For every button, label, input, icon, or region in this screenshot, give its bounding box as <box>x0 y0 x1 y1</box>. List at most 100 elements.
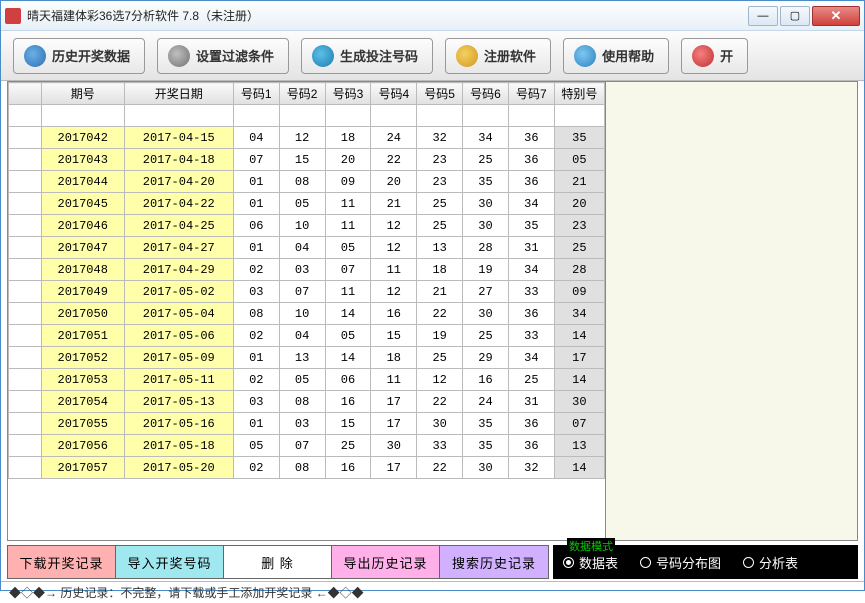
cell-number: 11 <box>325 281 371 303</box>
cell-special: 34 <box>554 303 604 325</box>
download-records-button[interactable]: 下载开奖记录 <box>8 546 116 578</box>
col-n4: 号码4 <box>371 83 417 105</box>
generate-numbers-button[interactable]: 生成投注号码 <box>301 38 433 74</box>
table-body: 20170422017-04-1504121824323436352017043… <box>9 105 605 479</box>
cell-number: 36 <box>508 413 554 435</box>
cell-issue: 2017054 <box>41 391 124 413</box>
cell-date: 2017-05-18 <box>124 435 233 457</box>
cell-special: 13 <box>554 435 604 457</box>
cell-special: 17 <box>554 347 604 369</box>
register-button[interactable]: 注册软件 <box>445 38 551 74</box>
table-header-row: 期号 开奖日期 号码1 号码2 号码3 号码4 号码5 号码6 号码7 特别号 <box>9 83 605 105</box>
search-history-button[interactable]: 搜索历史记录 <box>440 546 548 578</box>
cell-number: 20 <box>371 171 417 193</box>
cell-special: 14 <box>554 325 604 347</box>
cell-number: 07 <box>325 259 371 281</box>
table-row[interactable]: 20170522017-05-090113141825293417 <box>9 347 605 369</box>
table-row[interactable]: 20170552017-05-160103151730353607 <box>9 413 605 435</box>
filter-settings-button[interactable]: 设置过滤条件 <box>157 38 289 74</box>
radio-icon <box>743 557 754 568</box>
close-button[interactable]: ✕ <box>812 6 860 26</box>
table-row[interactable]: 20170482017-04-290203071118193428 <box>9 259 605 281</box>
cell-number: 36 <box>508 149 554 171</box>
cell-issue: 2017042 <box>41 127 124 149</box>
table-row[interactable]: 20170562017-05-180507253033353613 <box>9 435 605 457</box>
cell-number: 36 <box>508 127 554 149</box>
cell-date: 2017-04-29 <box>124 259 233 281</box>
mode-data-table[interactable]: 数据表 <box>563 553 618 572</box>
help-button[interactable]: 使用帮助 <box>563 38 669 74</box>
cell-number: 12 <box>279 127 325 149</box>
open-button[interactable]: 开 <box>681 38 748 74</box>
cell-date: 2017-04-18 <box>124 149 233 171</box>
table-row[interactable]: 20170422017-04-150412182432343635 <box>9 127 605 149</box>
cell-number: 22 <box>417 391 463 413</box>
cell-number: 02 <box>233 369 279 391</box>
export-history-button[interactable]: 导出历史记录 <box>332 546 440 578</box>
cell-date: 2017-05-20 <box>124 457 233 479</box>
table-row[interactable]: 20170432017-04-180715202223253605 <box>9 149 605 171</box>
cell-number: 15 <box>325 413 371 435</box>
mode-analysis[interactable]: 分析表 <box>743 553 798 572</box>
filter-icon <box>168 45 190 67</box>
cell-number: 03 <box>279 413 325 435</box>
delete-button[interactable]: 删 除 <box>224 546 332 578</box>
cell-issue: 2017045 <box>41 193 124 215</box>
table-row[interactable]: 20170462017-04-250610111225303523 <box>9 215 605 237</box>
cell-number: 12 <box>371 281 417 303</box>
cell-issue: 2017047 <box>41 237 124 259</box>
table-row[interactable]: 20170542017-05-130308161722243130 <box>9 391 605 413</box>
toolbar: 历史开奖数据 设置过滤条件 生成投注号码 注册软件 使用帮助 开 <box>1 31 864 81</box>
lottery-table-pane[interactable]: 期号 开奖日期 号码1 号码2 号码3 号码4 号码5 号码6 号码7 特别号 … <box>8 82 605 540</box>
cell-number: 14 <box>325 303 371 325</box>
cell-number: 23 <box>417 171 463 193</box>
cell-number: 29 <box>463 347 509 369</box>
table-row[interactable]: 20170532017-05-110205061112162514 <box>9 369 605 391</box>
cell-number: 25 <box>508 369 554 391</box>
cell-date: 2017-05-11 <box>124 369 233 391</box>
table-row[interactable]: 20170502017-05-040810141622303634 <box>9 303 605 325</box>
import-numbers-button[interactable]: 导入开奖号码 <box>116 546 224 578</box>
cell-number: 15 <box>279 149 325 171</box>
table-row[interactable]: 20170442017-04-200108092023353621 <box>9 171 605 193</box>
cell-special: 09 <box>554 281 604 303</box>
col-n5: 号码5 <box>417 83 463 105</box>
cell-number: 18 <box>371 347 417 369</box>
cell-date: 2017-04-15 <box>124 127 233 149</box>
table-row[interactable]: 20170452017-04-220105112125303420 <box>9 193 605 215</box>
cell-number: 36 <box>508 303 554 325</box>
table-row[interactable]: 20170512017-05-060204051519253314 <box>9 325 605 347</box>
cell-number: 20 <box>325 149 371 171</box>
table-row[interactable]: 20170572017-05-200208161722303214 <box>9 457 605 479</box>
cell-issue: 2017052 <box>41 347 124 369</box>
table-row[interactable]: 20170472017-04-270104051213283125 <box>9 237 605 259</box>
cell-number: 03 <box>233 391 279 413</box>
cell-date: 2017-05-06 <box>124 325 233 347</box>
history-icon <box>24 45 46 67</box>
cell-number: 06 <box>233 215 279 237</box>
cell-special: 23 <box>554 215 604 237</box>
cell-number: 25 <box>417 215 463 237</box>
cell-special: 35 <box>554 127 604 149</box>
col-n1: 号码1 <box>233 83 279 105</box>
side-panel <box>605 82 857 540</box>
table-row-empty[interactable] <box>9 105 605 127</box>
col-date: 开奖日期 <box>124 83 233 105</box>
cell-number: 21 <box>417 281 463 303</box>
cell-number: 32 <box>508 457 554 479</box>
cell-special: 25 <box>554 237 604 259</box>
cell-issue: 2017053 <box>41 369 124 391</box>
cell-number: 25 <box>325 435 371 457</box>
radio-icon <box>563 557 574 568</box>
cell-number: 12 <box>371 215 417 237</box>
minimize-button[interactable]: — <box>748 6 778 26</box>
history-data-button[interactable]: 历史开奖数据 <box>13 38 145 74</box>
window-title: 晴天福建体彩36选7分析软件 7.8（未注册） <box>27 7 748 24</box>
open-icon <box>692 45 714 67</box>
maximize-button[interactable]: ▢ <box>780 6 810 26</box>
cell-number: 16 <box>325 391 371 413</box>
cell-number: 36 <box>508 171 554 193</box>
table-row[interactable]: 20170492017-05-020307111221273309 <box>9 281 605 303</box>
help-icon <box>574 45 596 67</box>
mode-distribution[interactable]: 号码分布图 <box>640 553 721 572</box>
